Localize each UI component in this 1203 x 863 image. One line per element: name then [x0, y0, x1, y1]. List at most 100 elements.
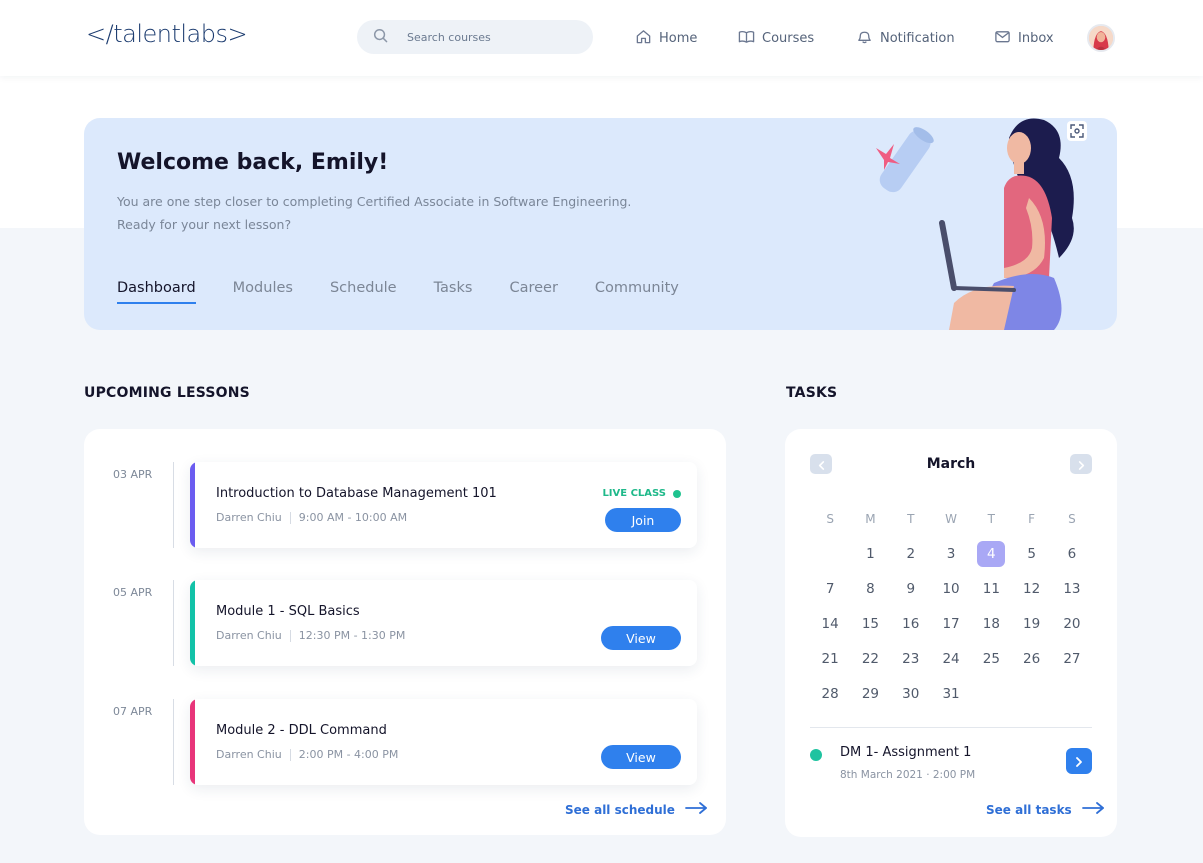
- calendar-day[interactable]: 30: [891, 676, 931, 711]
- calendar-day[interactable]: 27: [1052, 641, 1092, 676]
- lesson-accent-bar: [190, 699, 195, 785]
- calendar-day[interactable]: 9: [891, 571, 931, 606]
- lesson-time: 12:30 PM - 1:30 PM: [298, 629, 406, 642]
- calendar-day[interactable]: 17: [931, 606, 971, 641]
- calendar-day[interactable]: 14: [810, 606, 850, 641]
- timeline-line: [173, 462, 174, 548]
- calendar-day[interactable]: 2: [891, 536, 931, 571]
- calendar-day[interactable]: 21: [810, 641, 850, 676]
- lesson-instructor: Darren Chiu: [216, 511, 282, 524]
- lesson-date: 05 APR: [113, 586, 153, 599]
- course-tabs: Dashboard Modules Schedule Tasks Career …: [117, 280, 716, 304]
- calendar-day[interactable]: 29: [850, 676, 890, 711]
- lesson-accent-bar: [190, 580, 195, 666]
- meta-divider: [289, 748, 291, 761]
- brand-logo[interactable]: </talentlabs>: [86, 20, 248, 48]
- tab-modules[interactable]: Modules: [233, 280, 293, 304]
- meta-divider: [289, 629, 291, 642]
- user-avatar[interactable]: [1087, 24, 1115, 52]
- see-all-tasks-label: See all tasks: [986, 802, 1072, 817]
- calendar-day[interactable]: 13: [1052, 571, 1092, 606]
- lesson-meta: Darren Chiu 9:00 AM - 10:00 AM: [216, 511, 407, 524]
- lesson-item[interactable]: Module 2 - DDL Command Darren Chiu 2:00 …: [190, 699, 697, 785]
- nav-courses-label: Courses: [762, 31, 815, 46]
- calendar-day[interactable]: 20: [1052, 606, 1092, 641]
- calendar-day[interactable]: 12: [1011, 571, 1051, 606]
- tasks-card: March S M T W T F S 1 2 3 4 5 6 7 8 9 10 11 12 13 14 15 16 17 18…: [785, 429, 1117, 837]
- lesson-meta: Darren Chiu 2:00 PM - 4:00 PM: [216, 748, 398, 761]
- arrow-right-icon: [675, 801, 709, 818]
- welcome-subtitle-line-2: Ready for your next lesson?: [117, 217, 292, 232]
- calendar-day[interactable]: 1: [850, 536, 890, 571]
- lesson-date: 03 APR: [113, 468, 153, 481]
- calendar-day[interactable]: 16: [891, 606, 931, 641]
- tab-schedule[interactable]: Schedule: [330, 280, 397, 304]
- calendar-blank: [810, 536, 850, 571]
- lesson-date: 07 APR: [113, 705, 153, 718]
- nav-inbox[interactable]: Inbox: [994, 28, 1054, 49]
- timeline-line: [173, 699, 174, 785]
- calendar-day[interactable]: 26: [1011, 641, 1051, 676]
- welcome-title: Welcome back, Emily!: [117, 150, 389, 175]
- tab-tasks[interactable]: Tasks: [434, 280, 473, 304]
- calendar-day[interactable]: 22: [850, 641, 890, 676]
- student-illustration: [876, 118, 1074, 330]
- tab-career[interactable]: Career: [509, 280, 557, 304]
- weekday-header: T: [907, 511, 915, 526]
- lesson-time: 2:00 PM - 4:00 PM: [298, 748, 399, 761]
- calendar-day[interactable]: 15: [850, 606, 890, 641]
- calendar-day[interactable]: 18: [971, 606, 1011, 641]
- nav-home[interactable]: Home: [635, 28, 697, 49]
- calendar-day[interactable]: 31: [931, 676, 971, 711]
- nav-notification-label: Notification: [880, 31, 955, 46]
- lesson-item[interactable]: Introduction to Database Management 101 …: [190, 462, 697, 548]
- tab-community[interactable]: Community: [595, 280, 679, 304]
- calendar-day[interactable]: 23: [891, 641, 931, 676]
- calendar-day[interactable]: 25: [971, 641, 1011, 676]
- lesson-time: 9:00 AM - 10:00 AM: [298, 511, 408, 524]
- timeline-line: [173, 580, 174, 666]
- live-class-label: LIVE CLASS: [602, 488, 666, 499]
- weekday-header: T: [987, 511, 995, 526]
- calendar-day[interactable]: 7: [810, 571, 850, 606]
- view-button[interactable]: View: [601, 745, 681, 769]
- calendar-day[interactable]: 10: [931, 571, 971, 606]
- calendar-day-selected[interactable]: 4: [971, 536, 1011, 571]
- chevron-right-icon: [1077, 455, 1086, 474]
- calendar-day[interactable]: 5: [1011, 536, 1051, 571]
- calendar-day[interactable]: 8: [850, 571, 890, 606]
- mail-icon: [994, 28, 1018, 49]
- upcoming-lessons-heading: UPCOMING LESSONS: [84, 385, 250, 401]
- nav-inbox-label: Inbox: [1018, 31, 1054, 46]
- join-button[interactable]: Join: [605, 508, 681, 532]
- tab-dashboard[interactable]: Dashboard: [117, 280, 196, 304]
- search-bar[interactable]: [357, 20, 593, 54]
- see-all-tasks-link[interactable]: See all tasks: [986, 801, 1106, 818]
- lesson-title: Module 2 - DDL Command: [216, 723, 387, 738]
- calendar-day[interactable]: 6: [1052, 536, 1092, 571]
- calendar-day[interactable]: 28: [810, 676, 850, 711]
- calendar-day[interactable]: 11: [971, 571, 1011, 606]
- meta-divider: [289, 511, 291, 524]
- open-task-button[interactable]: [1066, 748, 1092, 774]
- nav-courses[interactable]: Courses: [738, 28, 814, 49]
- view-button[interactable]: View: [601, 626, 681, 650]
- calendar-day[interactable]: 24: [931, 641, 971, 676]
- task-date: 8th March 2021 · 2:00 PM: [840, 769, 976, 781]
- weekday-header: F: [1028, 511, 1036, 526]
- task-title[interactable]: DM 1- Assignment 1: [840, 745, 971, 760]
- welcome-subtitle: You are one step closer to completing Ce…: [117, 190, 677, 236]
- calendar-day[interactable]: 19: [1011, 606, 1051, 641]
- weekday-header: S: [826, 511, 834, 526]
- bell-icon: [856, 28, 880, 49]
- nav-home-label: Home: [659, 31, 698, 46]
- calendar-day[interactable]: 3: [931, 536, 971, 571]
- selected-day-marker: 4: [977, 540, 1006, 567]
- next-month-button[interactable]: [1070, 454, 1092, 474]
- nav-notification[interactable]: Notification: [856, 28, 955, 49]
- lesson-item[interactable]: Module 1 - SQL Basics Darren Chiu 12:30 …: [190, 580, 697, 666]
- see-all-schedule-link[interactable]: See all schedule: [565, 801, 709, 818]
- focus-icon[interactable]: [1067, 121, 1087, 141]
- lesson-instructor: Darren Chiu: [216, 629, 282, 642]
- search-input[interactable]: [407, 30, 577, 44]
